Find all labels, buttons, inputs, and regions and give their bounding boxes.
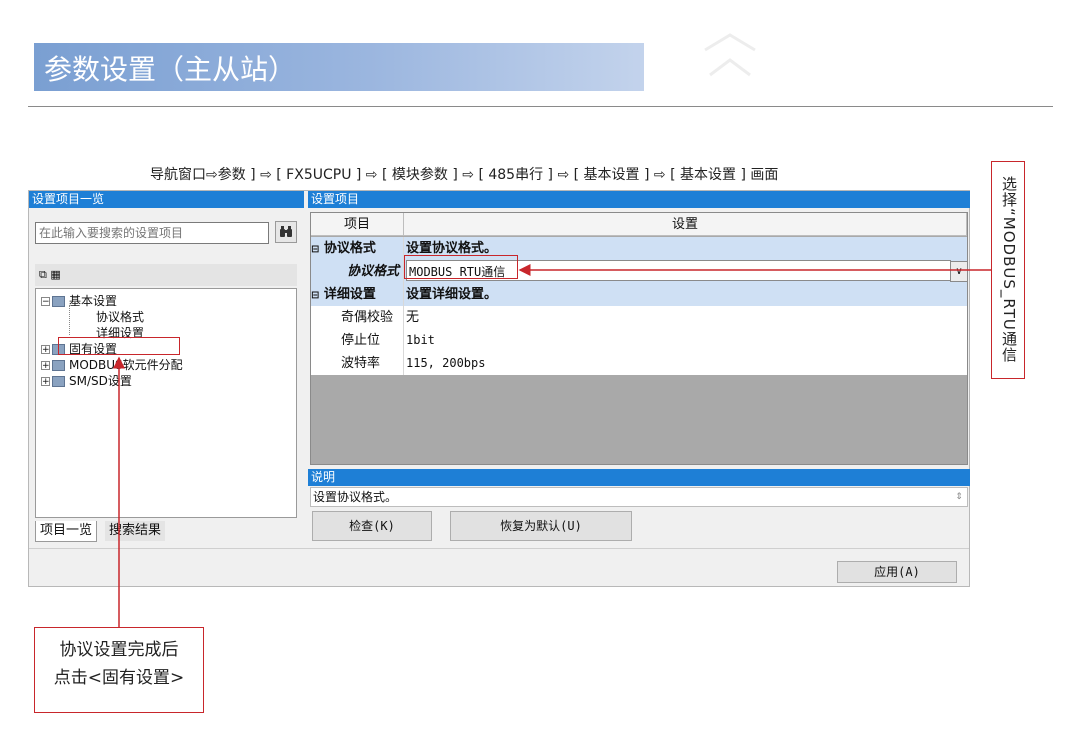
- callout-text: 选择“MODBUS_RTU通信: [1000, 176, 1018, 363]
- callout-text: 协议设置完成后 点击<固有设置>: [53, 640, 185, 688]
- callout-select-modbus: 选择“MODBUS_RTU通信: [991, 161, 1025, 379]
- callout-click-fixed-settings: 协议设置完成后 点击<固有设置>: [34, 627, 204, 713]
